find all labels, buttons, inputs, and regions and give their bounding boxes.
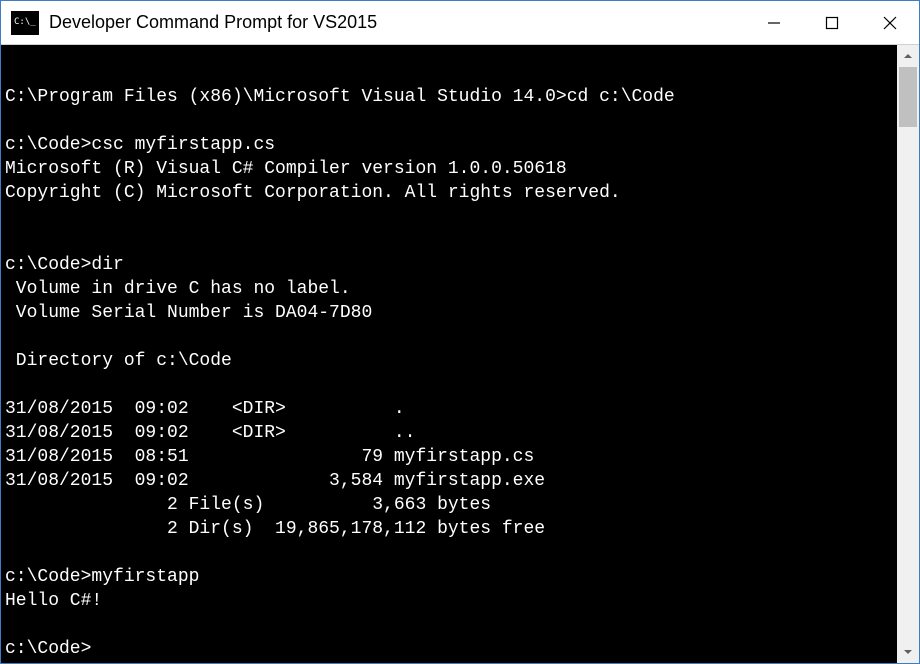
chevron-down-icon — [903, 647, 913, 657]
maximize-icon — [825, 16, 839, 30]
close-button[interactable] — [861, 1, 919, 44]
close-icon — [883, 16, 897, 30]
window-controls — [745, 1, 919, 44]
minimize-icon — [767, 16, 781, 30]
scroll-up-button[interactable] — [897, 45, 919, 67]
window-title: Developer Command Prompt for VS2015 — [49, 12, 745, 33]
vertical-scrollbar[interactable] — [897, 45, 919, 663]
terminal-output[interactable]: C:\Program Files (x86)\Microsoft Visual … — [1, 45, 897, 663]
chevron-up-icon — [903, 51, 913, 61]
app-icon: C:\_ — [11, 11, 39, 35]
app-icon-text: C:\_ — [14, 18, 36, 27]
command-prompt-window: C:\_ Developer Command Prompt for VS2015… — [0, 0, 920, 664]
maximize-button[interactable] — [803, 1, 861, 44]
window-body: C:\Program Files (x86)\Microsoft Visual … — [1, 45, 919, 663]
scroll-down-button[interactable] — [897, 641, 919, 663]
minimize-button[interactable] — [745, 1, 803, 44]
titlebar[interactable]: C:\_ Developer Command Prompt for VS2015 — [1, 1, 919, 45]
scroll-thumb[interactable] — [899, 67, 917, 127]
